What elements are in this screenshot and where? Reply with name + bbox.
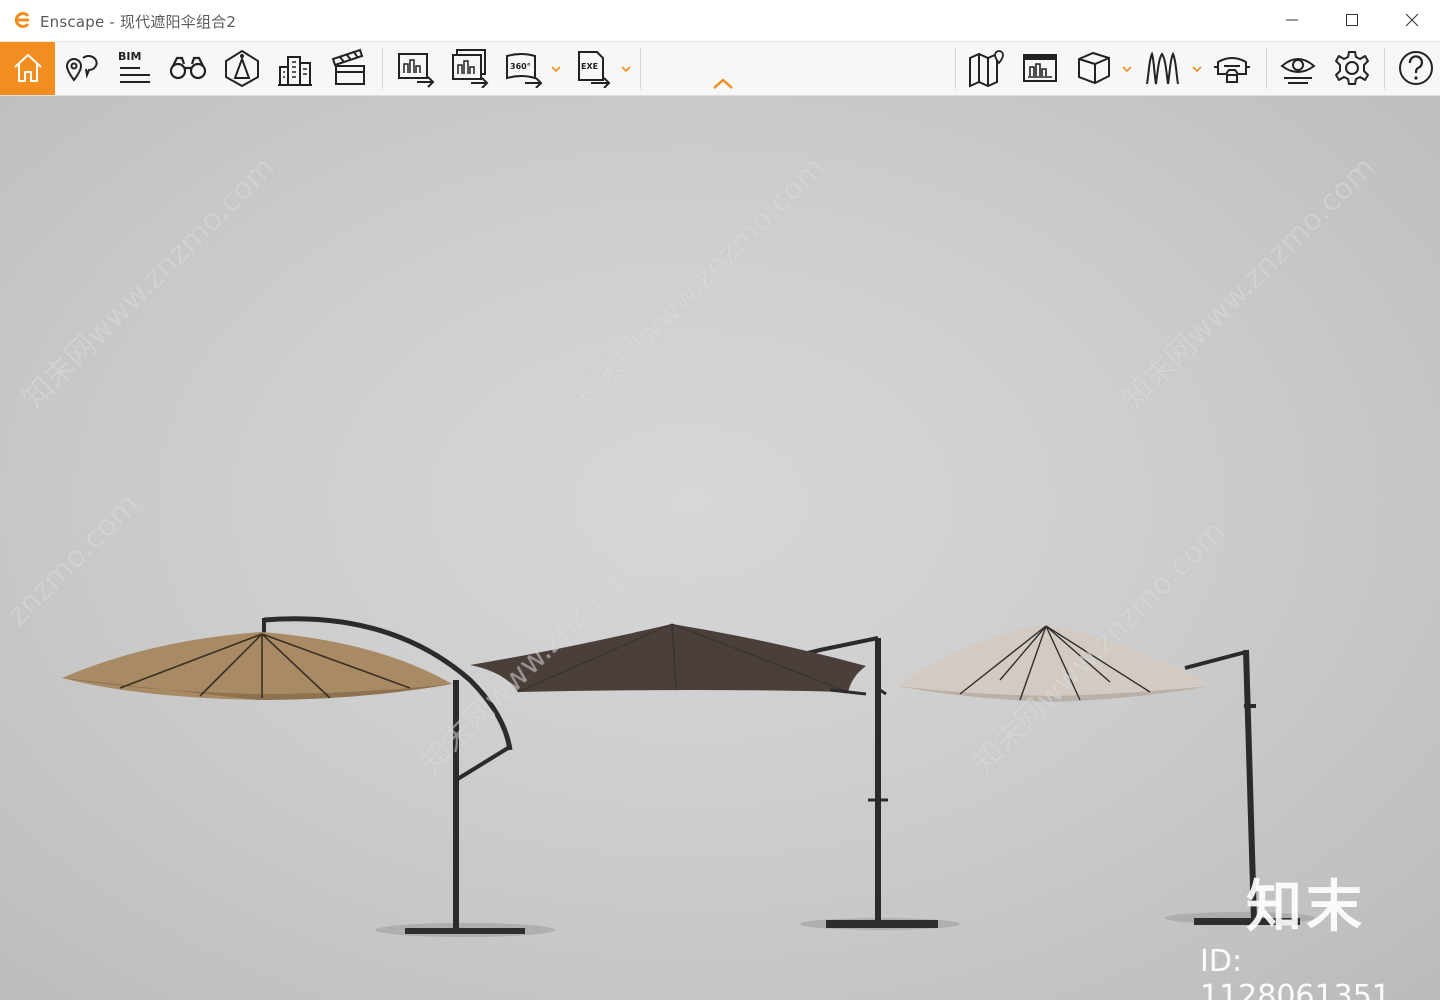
- brand-id: ID: 1128061351: [1200, 944, 1391, 1000]
- box-icon: [1078, 51, 1110, 85]
- binoculars-icon: [169, 56, 207, 80]
- sculpture-button[interactable]: [1140, 42, 1184, 95]
- export-exe-button[interactable]: EXE: [572, 42, 616, 95]
- box-button[interactable]: [1072, 42, 1116, 95]
- export-image-button[interactable]: [394, 42, 438, 95]
- brand-logo: 知末: [1246, 875, 1366, 940]
- views-icon: [65, 55, 98, 82]
- help-button[interactable]: [1394, 42, 1438, 95]
- buildings-icon: [278, 56, 312, 86]
- asset-library-icon: [225, 49, 259, 88]
- chevron-down-icon[interactable]: [550, 64, 562, 74]
- tan-cantilever-umbrella: [62, 616, 525, 934]
- toolbar-separator: [955, 48, 956, 89]
- bim-button[interactable]: BIM: [112, 42, 156, 95]
- bim-icon: BIM: [118, 50, 150, 83]
- export-360-icon: 360°: [506, 53, 543, 88]
- svg-text:BIM: BIM: [118, 50, 141, 63]
- chevron-up-icon: [713, 78, 733, 89]
- video-editor-button[interactable]: [328, 42, 372, 95]
- visibility-button[interactable]: [1276, 42, 1320, 95]
- collapse-toolbar-button[interactable]: [708, 72, 738, 94]
- vr-headset-icon: [1214, 57, 1250, 83]
- export-exe-icon: EXE: [578, 51, 611, 88]
- maximize-icon: [1346, 14, 1358, 26]
- settings-icon: [1335, 51, 1369, 85]
- svg-text:EXE: EXE: [581, 62, 598, 71]
- close-button[interactable]: [1382, 0, 1440, 41]
- toolbar-separator: [1266, 48, 1267, 89]
- title-bar: Enscape - 现代遮阳伞组合2: [0, 0, 1440, 42]
- views-button[interactable]: [60, 42, 104, 95]
- buildings-button[interactable]: [274, 42, 318, 95]
- chevron-down-icon[interactable]: [620, 64, 632, 74]
- sculpture-icon: [1146, 51, 1179, 85]
- help-icon: [1399, 51, 1433, 85]
- main-toolbar: BIM 360° EXE: [0, 42, 1440, 96]
- map-button[interactable]: [964, 42, 1008, 95]
- window-title: Enscape - 现代遮阳伞组合2: [40, 13, 237, 31]
- settings-button[interactable]: [1330, 42, 1374, 95]
- eye-icon: [1280, 58, 1316, 84]
- batch-export-icon: [452, 49, 489, 88]
- maximize-button[interactable]: [1322, 0, 1382, 41]
- toolbar-separator: [382, 48, 383, 89]
- walk-mode-button[interactable]: [166, 42, 210, 95]
- minimize-button[interactable]: [1262, 0, 1322, 41]
- chevron-down-icon[interactable]: [1191, 64, 1203, 74]
- chevron-down-icon[interactable]: [1121, 64, 1133, 74]
- toolbar-separator: [1384, 48, 1385, 89]
- home-icon: [14, 54, 42, 82]
- clapperboard-icon: [331, 48, 365, 85]
- asset-library-button[interactable]: [220, 42, 264, 95]
- svg-text:360°: 360°: [510, 62, 531, 71]
- batch-export-button[interactable]: [448, 42, 492, 95]
- map-icon: [969, 50, 1004, 88]
- render-viewport[interactable]: 知末网www.znzmo.com 知末网www.znzmo.com 知末网www…: [0, 96, 1440, 1000]
- home-button[interactable]: [0, 42, 55, 95]
- atlas-button[interactable]: [1018, 42, 1062, 95]
- atlas-icon: [1023, 54, 1057, 82]
- toolbar-separator: [640, 48, 641, 89]
- close-icon: [1405, 13, 1419, 27]
- enscape-logo-icon: [14, 12, 30, 28]
- minimize-icon: [1286, 19, 1298, 21]
- export-image-icon: [398, 53, 435, 88]
- export-panorama-button[interactable]: 360°: [502, 42, 546, 95]
- vr-headset-button[interactable]: [1210, 42, 1254, 95]
